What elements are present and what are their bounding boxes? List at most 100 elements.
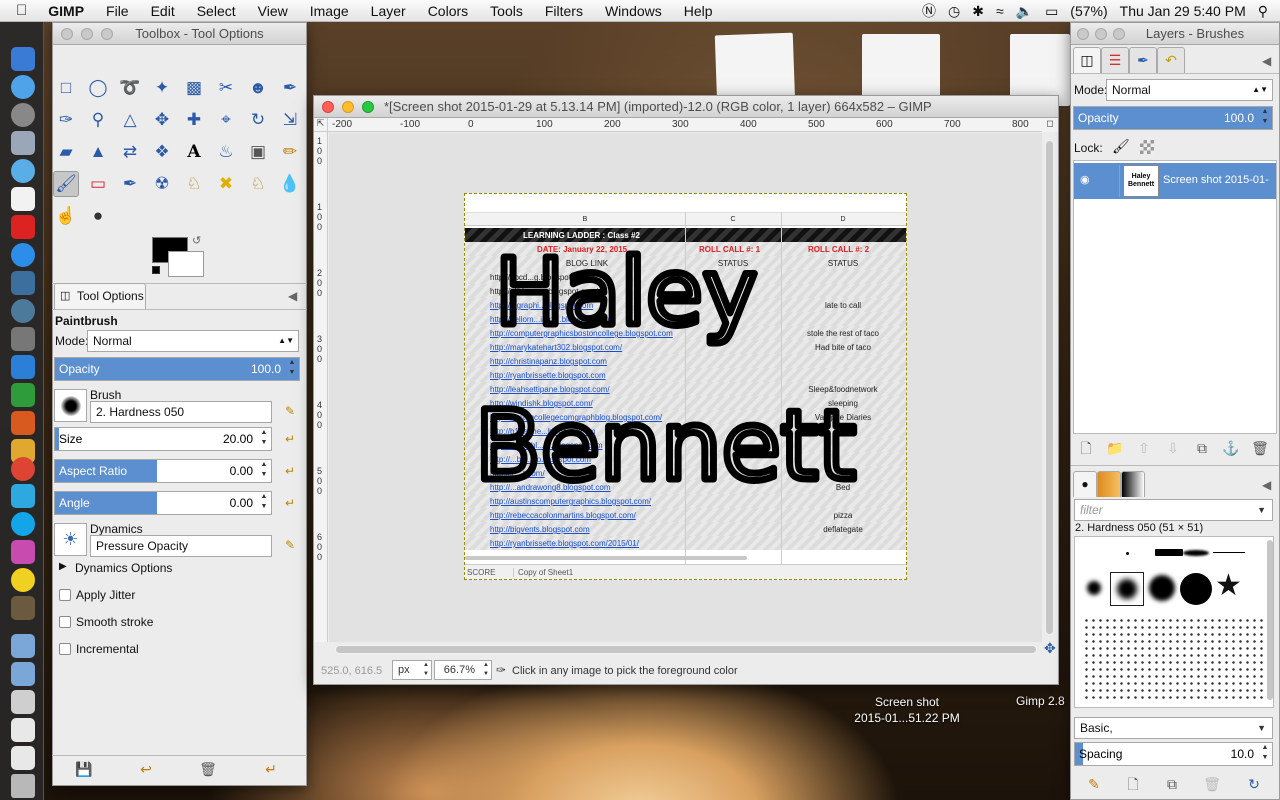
menu-layer[interactable]: Layer <box>360 0 417 22</box>
preview-icon[interactable] <box>11 131 35 155</box>
menu-colors[interactable]: Colors <box>417 0 479 22</box>
dodge-burn-icon[interactable]: ● <box>85 203 111 229</box>
skype-icon[interactable] <box>11 512 35 536</box>
incremental-checkbox[interactable] <box>59 643 71 655</box>
app-menu[interactable]: GIMP <box>37 0 95 22</box>
memo-icon[interactable] <box>11 568 35 592</box>
flip-icon[interactable]: ⇄ <box>117 139 143 165</box>
edit-brush-icon[interactable]: ✎ <box>282 403 298 419</box>
brush-filter-input[interactable]: filter ▼ <box>1074 499 1273 521</box>
reset-angle-icon[interactable]: ↵ <box>282 495 298 511</box>
delete-options-icon[interactable]: 🗑 <box>198 759 218 779</box>
zoom-select[interactable]: 66.7% ▲ ▼ <box>434 660 492 680</box>
calendar-icon[interactable] <box>11 187 35 211</box>
brush-cell[interactable] <box>1126 552 1129 555</box>
heal-icon[interactable]: ✖ <box>213 171 239 197</box>
time-machine-dock-icon[interactable] <box>11 299 35 323</box>
menu-tools[interactable]: Tools <box>479 0 534 22</box>
lower-layer-icon[interactable]: ⇩ <box>1163 438 1183 458</box>
horizontal-scrollbar[interactable] <box>335 645 1037 654</box>
zoom-button[interactable] <box>362 101 374 113</box>
desktop-gimp-label[interactable]: Gimp 2.8 <box>1016 694 1065 708</box>
new-layer-icon[interactable]: 🗋 <box>1076 438 1096 458</box>
lock-alpha-icon[interactable] <box>1140 140 1154 154</box>
apply-jitter-checkbox[interactable] <box>59 589 71 601</box>
volume-icon[interactable]: 🔈 <box>1010 3 1039 20</box>
layer-thumbnail[interactable]: Haley Bennett <box>1123 165 1159 197</box>
opacity-slider[interactable]: Opacity 100.0 ▲ ▼ <box>54 357 300 381</box>
paths-icon[interactable]: ✒ <box>277 75 303 101</box>
system-preferences-icon[interactable] <box>11 327 35 351</box>
folder-icon[interactable] <box>11 662 35 686</box>
text-icon[interactable]: A <box>181 139 207 165</box>
zoom-button[interactable] <box>101 28 113 40</box>
edit-dynamics-icon[interactable]: ✎ <box>282 537 298 553</box>
move-icon[interactable]: ✥ <box>149 107 175 133</box>
app-icon[interactable] <box>11 540 35 564</box>
spin-arrows-icon[interactable]: ▲ ▼ <box>1258 743 1272 765</box>
menu-view[interactable]: View <box>247 0 299 22</box>
safari-icon[interactable] <box>11 159 35 183</box>
crop-icon[interactable]: ⌖ <box>213 107 239 133</box>
airbrush-icon[interactable]: ✒ <box>117 171 143 197</box>
cage-icon[interactable]: ❖ <box>149 139 175 165</box>
vertical-scrollbar[interactable] <box>1045 140 1054 635</box>
horizontal-scrollbar-thumb[interactable] <box>336 646 1036 653</box>
menu-filters[interactable]: Filters <box>534 0 594 22</box>
color-select-icon[interactable]: ▩ <box>181 75 207 101</box>
menu-windows[interactable]: Windows <box>594 0 673 22</box>
reset-aspect-icon[interactable]: ↵ <box>282 463 298 479</box>
spin-arrows-icon[interactable]: ▲ ▼ <box>257 492 271 514</box>
measure-icon[interactable]: △ <box>117 107 143 133</box>
layer-row[interactable]: ◉ Haley Bennett Screen shot 2015-01- <box>1074 163 1276 199</box>
reset-size-icon[interactable]: ↵ <box>282 431 298 447</box>
ellipse-select-icon[interactable]: ◯ <box>85 75 111 101</box>
spin-arrows-icon[interactable]: ▲ ▼ <box>257 428 271 450</box>
brush-cell[interactable] <box>1155 549 1183 556</box>
color-picker-icon[interactable]: ✑ <box>53 107 79 133</box>
menu-file[interactable]: File <box>95 0 140 22</box>
delete-brush-icon[interactable]: 🗑 <box>1202 774 1222 794</box>
free-select-icon[interactable]: ➰ <box>117 75 143 101</box>
shear-icon[interactable]: ▰ <box>53 139 79 165</box>
spin-arrows-icon[interactable]: ▲ ▼ <box>257 460 271 482</box>
minimize-button[interactable] <box>1095 28 1107 40</box>
apple-menu-icon[interactable]:  <box>0 2 37 19</box>
close-button[interactable] <box>61 28 73 40</box>
clone-icon[interactable]: ♘ <box>181 171 207 197</box>
spin-arrows-icon[interactable]: ▲ ▼ <box>1258 107 1272 129</box>
restore-options-icon[interactable]: ↩ <box>136 759 156 779</box>
minimize-button[interactable] <box>81 28 93 40</box>
swap-colors-icon[interactable]: ↺ <box>192 234 201 247</box>
perspective-clone-icon[interactable]: ♘ <box>245 171 271 197</box>
chrome-icon[interactable] <box>11 457 35 481</box>
reset-colors-icon[interactable] <box>152 266 160 274</box>
word-icon[interactable] <box>11 355 35 379</box>
brush-grid-scrollbar[interactable] <box>1267 540 1273 700</box>
dynamics-icon[interactable]: ☀ <box>54 523 87 556</box>
s-badge-icon[interactable]: Ⓝ <box>916 1 942 21</box>
bucket-fill-icon[interactable]: ♨ <box>213 139 239 165</box>
smudge-icon[interactable]: ☝ <box>53 203 79 229</box>
close-button[interactable] <box>322 101 334 113</box>
brush-field[interactable]: 2. Hardness 050 <box>90 401 272 423</box>
star-brush-icon[interactable]: ★ <box>1215 571 1242 601</box>
eraser-icon[interactable]: ▭ <box>85 171 111 197</box>
itunes-icon[interactable] <box>11 243 35 267</box>
stack-icon[interactable] <box>11 690 35 714</box>
spin-arrows-icon[interactable]: ▲ ▼ <box>285 358 299 380</box>
blur-icon[interactable]: 💧 <box>277 171 303 197</box>
tab-brushes-icon[interactable]: ● <box>1073 471 1097 497</box>
refresh-brushes-icon[interactable]: ↻ <box>1244 774 1264 794</box>
unit-select[interactable]: px ▲ ▼ <box>392 660 432 680</box>
tab-patterns-icon[interactable] <box>1097 471 1121 497</box>
background-color[interactable] <box>168 251 204 277</box>
battery-percent[interactable]: (57%) <box>1064 3 1113 19</box>
app-store-icon[interactable] <box>11 75 35 99</box>
spotlight-icon[interactable]: ⚲ <box>1252 3 1280 20</box>
menu-edit[interactable]: Edit <box>140 0 186 22</box>
mode-select[interactable]: Normal ▲▼ <box>87 330 299 352</box>
scale-icon[interactable]: ⇲ <box>277 107 303 133</box>
panel-menu-icon[interactable]: ◀ <box>1262 54 1271 68</box>
tab-layers-icon[interactable]: ◫ <box>1073 47 1101 73</box>
